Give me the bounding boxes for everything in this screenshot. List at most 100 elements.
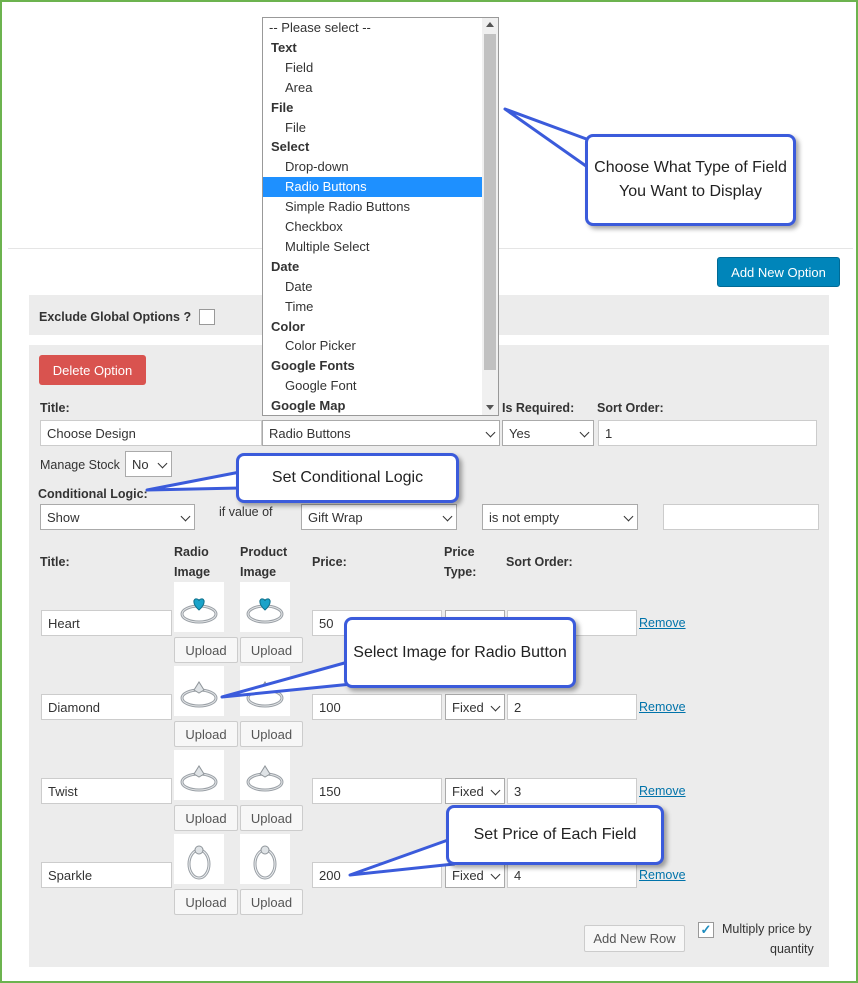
rows-title-header: Title: — [40, 555, 70, 569]
row-sort-input[interactable]: 2 — [507, 694, 637, 720]
dropdown-option[interactable]: Color Picker — [263, 336, 483, 356]
sort-order-input[interactable]: 1 — [598, 420, 817, 446]
dropdown-option[interactable]: Field — [263, 58, 483, 78]
cond-action-select[interactable]: Show — [40, 504, 195, 530]
row-price-type-value: Fixed — [452, 868, 484, 883]
ring-image-icon — [174, 666, 224, 716]
manage-stock-select[interactable]: No — [125, 451, 172, 477]
row-price-type-select[interactable]: Fixed — [445, 694, 505, 720]
dropdown-option[interactable]: Time — [263, 297, 483, 317]
callout-price: Set Price of Each Field — [446, 805, 664, 865]
dropdown-option[interactable]: Multiple Select — [263, 237, 483, 257]
row-price-type-select[interactable]: Fixed — [445, 778, 505, 804]
scroll-up-icon[interactable] — [486, 22, 494, 27]
add-new-row-button[interactable]: Add New Row — [584, 925, 685, 952]
dropdown-option[interactable]: -- Please select -- — [263, 18, 483, 38]
dropdown-option[interactable]: Simple Radio Buttons — [263, 197, 483, 217]
product-image-header-line1: Product — [240, 545, 288, 559]
delete-option-button[interactable]: Delete Option — [39, 355, 146, 385]
product-image-upload-button[interactable]: Upload — [240, 637, 303, 663]
dropdown-option[interactable]: File — [263, 118, 483, 138]
price-type-header-line1: Price — [444, 545, 475, 559]
manage-stock-value: No — [132, 457, 149, 472]
exclude-global-label: Exclude Global Options ? — [39, 310, 192, 324]
dropdown-option[interactable]: Date — [263, 277, 483, 297]
dropdown-group-label: Text — [271, 39, 297, 55]
option-title-input[interactable]: Choose Design — [40, 420, 262, 446]
radio-image-thumbnail — [174, 750, 224, 800]
dropdown-option[interactable]: Drop-down — [263, 157, 483, 177]
dropdown-group-label: Google Fonts — [271, 358, 355, 374]
is-required-select[interactable]: Yes — [502, 420, 594, 446]
dropdown-group-label: Color — [271, 318, 305, 334]
add-new-option-button[interactable]: Add New Option — [717, 257, 840, 287]
product-image-thumbnail — [240, 834, 290, 884]
scroll-down-icon[interactable] — [486, 405, 494, 410]
chevron-down-icon — [623, 511, 634, 522]
row-price-input[interactable]: 150 — [312, 778, 442, 804]
row-sort-input[interactable]: 4 — [507, 862, 637, 888]
radio-image-upload-button[interactable]: Upload — [174, 637, 238, 663]
chevron-down-icon — [485, 427, 496, 438]
exclude-global-checkbox[interactable] — [199, 309, 215, 325]
dropdown-group-label: Date — [271, 258, 300, 274]
dropdown-option[interactable]: Radio Buttons — [263, 177, 483, 198]
ring-image-icon — [174, 834, 224, 884]
dropdown-group-label: Select — [271, 139, 310, 155]
chevron-down-icon — [442, 511, 453, 522]
chevron-down-icon — [180, 511, 191, 522]
radio-image-header-line2: Image — [174, 565, 211, 579]
row-remove-link[interactable]: Remove — [639, 784, 686, 798]
row-remove-link[interactable]: Remove — [639, 700, 686, 714]
cond-action-value: Show — [47, 510, 80, 525]
row-title-input[interactable]: Twist — [41, 778, 172, 804]
cond-field-select[interactable]: Gift Wrap — [301, 504, 457, 530]
cond-field-value: Gift Wrap — [308, 510, 363, 525]
ring-image-icon — [174, 750, 224, 800]
row-sort-input[interactable]: 3 — [507, 778, 637, 804]
product-image-upload-button[interactable]: Upload — [240, 721, 303, 747]
product-image-upload-button[interactable]: Upload — [240, 889, 303, 915]
row-price-input[interactable]: 100 — [312, 694, 442, 720]
cond-operator-value: is not empty — [489, 510, 560, 525]
product-image-thumbnail — [240, 666, 290, 716]
ring-image-icon — [174, 582, 224, 632]
sort-order-label: Sort Order: — [597, 401, 664, 415]
dropdown-scrollbar-thumb[interactable] — [484, 34, 496, 370]
row-price-input[interactable]: 200 — [312, 862, 442, 888]
radio-image-thumbnail — [174, 834, 224, 884]
cond-if-value-label: if value of — [219, 505, 273, 519]
product-image-thumbnail — [240, 750, 290, 800]
dropdown-option[interactable]: Checkbox — [263, 217, 483, 237]
row-sort-order-header: Sort Order: — [506, 555, 573, 569]
cond-operator-select[interactable]: is not empty — [482, 504, 638, 530]
chevron-down-icon — [579, 427, 590, 438]
row-remove-link[interactable]: Remove — [639, 616, 686, 630]
radio-image-header-line1: Radio — [174, 545, 209, 559]
dropdown-scrollbar[interactable] — [482, 18, 498, 415]
dropdown-option[interactable]: Area — [263, 78, 483, 98]
row-remove-link[interactable]: Remove — [639, 868, 686, 882]
radio-image-upload-button[interactable]: Upload — [174, 889, 238, 915]
radio-image-upload-button[interactable]: Upload — [174, 805, 238, 831]
dropdown-option[interactable]: Google Font — [263, 376, 483, 396]
row-price-type-select[interactable]: Fixed — [445, 862, 505, 888]
conditional-logic-label: Conditional Logic: — [38, 487, 148, 501]
multiply-label-line2: quantity — [770, 942, 814, 956]
cond-value-input[interactable] — [663, 504, 819, 530]
row-price-type-value: Fixed — [452, 784, 484, 799]
callout-conditional-logic: Set Conditional Logic — [236, 453, 459, 503]
chevron-down-icon — [490, 785, 501, 796]
multiply-price-checkbox[interactable]: ✓ — [698, 922, 714, 938]
dropdown-group-label: File — [271, 99, 294, 115]
product-image-upload-button[interactable]: Upload — [240, 805, 303, 831]
radio-image-upload-button[interactable]: Upload — [174, 721, 238, 747]
ring-image-icon — [240, 582, 290, 632]
radio-image-thumbnail — [174, 582, 224, 632]
row-price-type-value: Fixed — [452, 700, 484, 715]
field-type-dropdown-list[interactable]: -- Please select -- Text Field Area File File… — [262, 17, 499, 416]
row-title-input[interactable]: Diamond — [41, 694, 172, 720]
row-title-input[interactable]: Sparkle — [41, 862, 172, 888]
row-title-input[interactable]: Heart — [41, 610, 172, 636]
option-type-select[interactable]: Radio Buttons — [262, 420, 500, 446]
